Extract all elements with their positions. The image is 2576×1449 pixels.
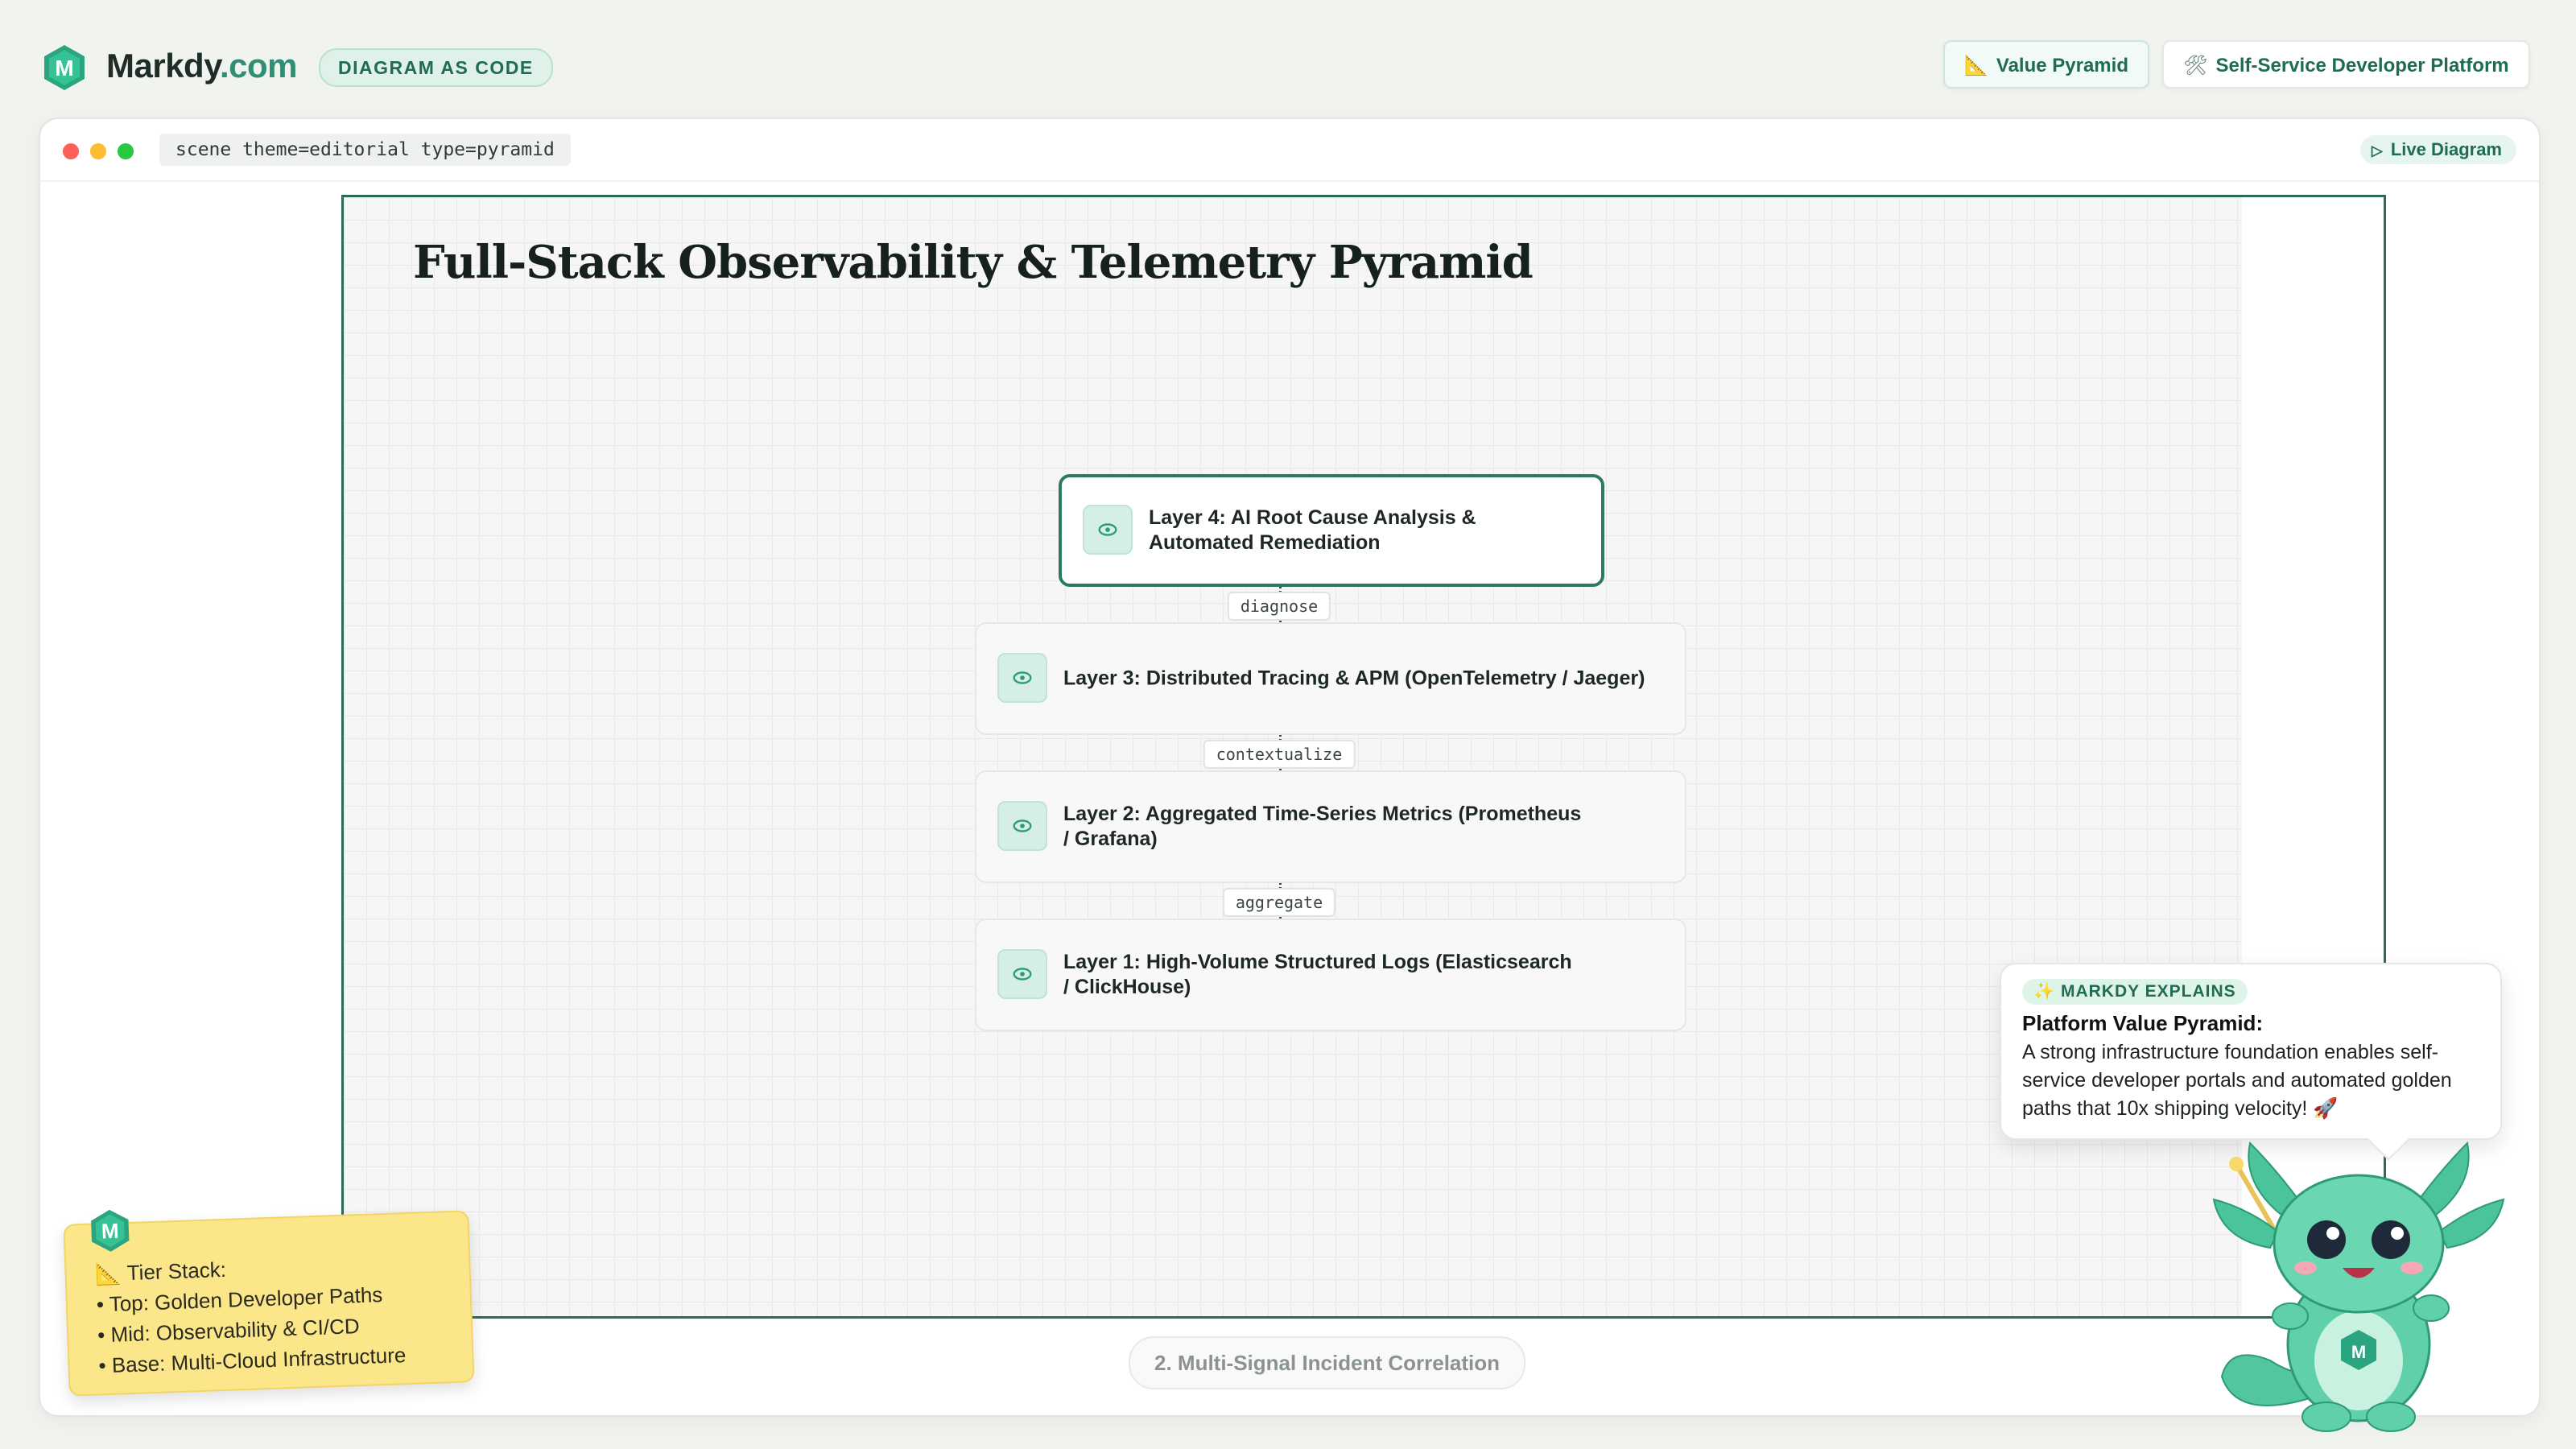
svg-text:M: M: [55, 56, 73, 80]
play-icon: ▷: [2371, 142, 2383, 159]
layer-2-node[interactable]: Layer 2: Aggregated Time-Series Metrics …: [975, 770, 1686, 883]
markdy-explains-bubble: ✨ MARKDY EXPLAINS Platform Value Pyramid…: [2000, 963, 2502, 1161]
ruler-triangle-icon: 📐: [1964, 55, 1988, 76]
layer-4-node[interactable]: Layer 4: AI Root Cause Analysis & Automat…: [1059, 474, 1604, 587]
axolotl-mascot-icon: M: [2212, 1141, 2505, 1432]
top-bar: M Markdy.com DIAGRAM AS CODE 📐 Value Pyra…: [0, 0, 2576, 121]
minimize-dot-icon[interactable]: [90, 143, 106, 159]
diagram-as-code-badge: DIAGRAM AS CODE: [319, 48, 553, 87]
eye-icon: [1083, 505, 1133, 555]
self-service-platform-button[interactable]: 🛠 Self-Service Developer Platform: [2162, 40, 2530, 89]
scene-code-snippet[interactable]: scene theme=editorial type=pyramid: [159, 134, 571, 166]
tier-stack-sticky-note: M 📐 Tier Stack: • Top: Golden Developer …: [63, 1209, 475, 1397]
diagram-title: Full-Stack Observability & Telemetry Pyr…: [413, 236, 1534, 289]
layer-3-label: Layer 3: Distributed Tracing & APM (Open…: [1063, 667, 1645, 690]
layer-2-label: Layer 2: Aggregated Time-Series Metrics …: [1063, 803, 1582, 850]
value-pyramid-button[interactable]: 📐 Value Pyramid: [1943, 40, 2149, 89]
markdy-logo-icon[interactable]: M: [42, 43, 87, 92]
brand-name[interactable]: Markdy.com: [106, 47, 297, 85]
eye-icon: [997, 653, 1047, 703]
edge-label-contextualize: contextualize: [1203, 740, 1356, 769]
markdy-explains-tag: ✨ MARKDY EXPLAINS: [2022, 979, 2248, 1005]
layer-3-node[interactable]: Layer 3: Distributed Tracing & APM (Open…: [975, 622, 1686, 735]
live-diagram-button[interactable]: ▷ Live Diagram: [2359, 135, 2516, 164]
tools-icon: 🛠: [2183, 55, 2208, 76]
maximize-dot-icon[interactable]: [118, 143, 134, 159]
layer-1-node[interactable]: Layer 1: High-Volume Structured Logs (El…: [975, 919, 1686, 1031]
diagram-canvas[interactable]: Full-Stack Observability & Telemetry Pyr…: [341, 195, 2386, 1319]
step-caption[interactable]: 2. Multi-Signal Incident Correlation: [1129, 1336, 1526, 1389]
edge-label-diagnose: diagnose: [1227, 592, 1331, 621]
markdy-badge-icon: M: [91, 1209, 130, 1252]
layer-1-label: Layer 1: High-Volume Structured Logs (El…: [1063, 951, 1572, 998]
explainer-body: A strong infrastructure foundation enabl…: [2022, 1041, 2452, 1120]
window-header: scene theme=editorial type=pyramid ▷ Live…: [40, 119, 2539, 182]
svg-text:M: M: [101, 1219, 119, 1244]
layer-4-label: Layer 4: AI Root Cause Analysis & Automat…: [1149, 506, 1476, 554]
eye-icon: [997, 949, 1047, 999]
svg-text:M: M: [2351, 1342, 2366, 1362]
explainer-title: Platform Value Pyramid:: [2022, 1011, 2264, 1035]
edge-label-aggregate: aggregate: [1222, 888, 1336, 917]
eye-icon: [997, 801, 1047, 851]
close-dot-icon[interactable]: [63, 143, 79, 159]
